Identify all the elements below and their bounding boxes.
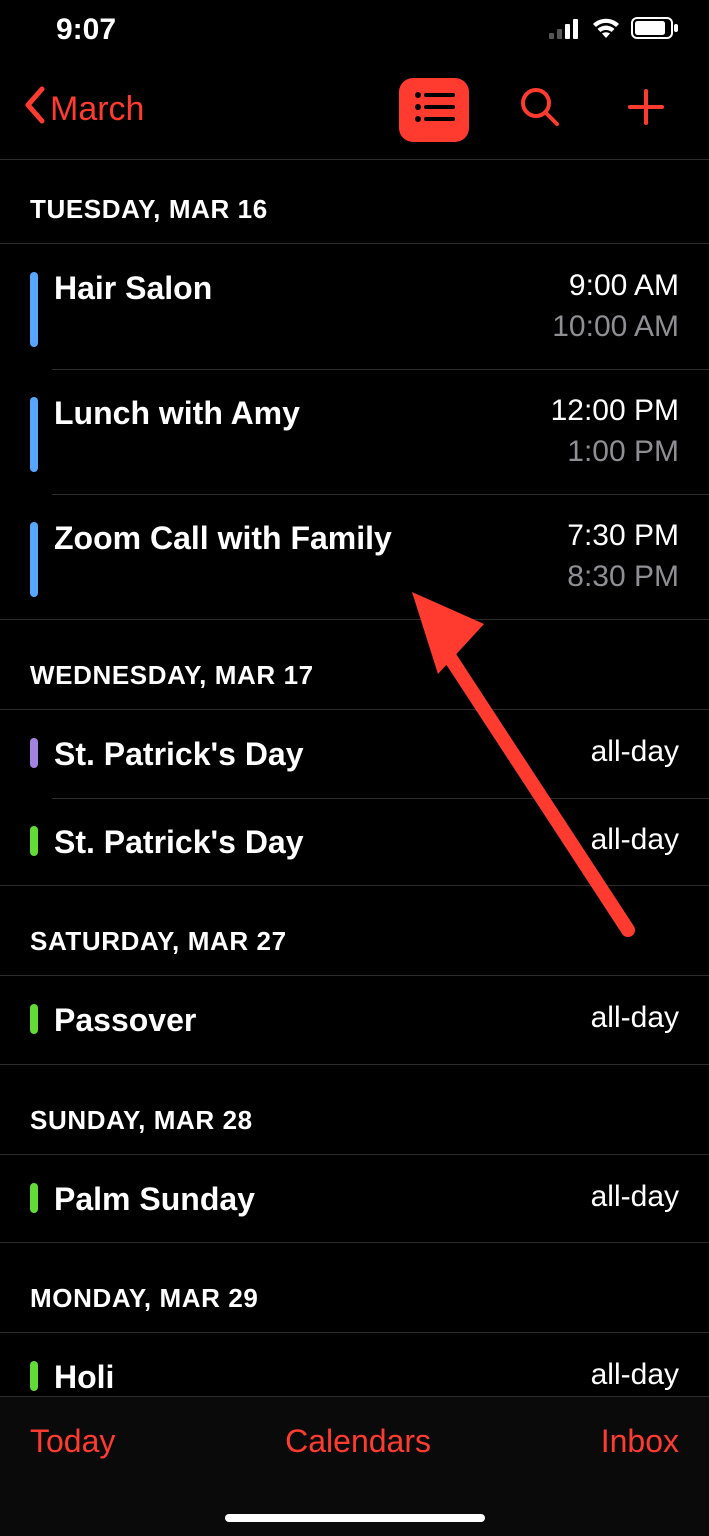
day-group: Hair Salon9:00 AM10:00 AMLunch with Amy1… <box>0 243 709 620</box>
event-time: all-day <box>591 820 679 861</box>
calendar-color-indicator <box>30 738 38 768</box>
calendar-color-indicator <box>30 1361 38 1391</box>
event-row[interactable]: Zoom Call with Family7:30 PM8:30 PM <box>0 494 709 619</box>
event-title: Passover <box>54 998 591 1042</box>
event-title: Lunch with Amy <box>54 391 551 435</box>
chevron-left-icon <box>22 85 48 134</box>
event-row[interactable]: Holiall-day <box>0 1333 709 1396</box>
event-time: 7:30 PM8:30 PM <box>567 516 679 597</box>
calendar-color-indicator <box>30 522 38 597</box>
event-time: all-day <box>591 998 679 1039</box>
event-time: all-day <box>591 1177 679 1218</box>
event-title: St. Patrick's Day <box>54 732 591 776</box>
wifi-icon <box>591 13 621 47</box>
home-indicator[interactable] <box>225 1514 485 1522</box>
nav-bar: March <box>0 60 709 160</box>
back-button[interactable]: March <box>14 79 152 140</box>
event-row[interactable]: St. Patrick's Dayall-day <box>0 710 709 798</box>
calendar-color-indicator <box>30 1183 38 1213</box>
event-row[interactable]: Palm Sundayall-day <box>0 1155 709 1243</box>
event-row[interactable]: St. Patrick's Dayall-day <box>0 798 709 886</box>
event-time: 9:00 AM10:00 AM <box>552 266 679 347</box>
event-row[interactable]: Lunch with Amy12:00 PM1:00 PM <box>0 369 709 494</box>
day-group: Holiall-day <box>0 1332 709 1396</box>
events-list[interactable]: TUESDAY, MAR 16Hair Salon9:00 AM10:00 AM… <box>0 160 709 1396</box>
search-button[interactable] <box>505 75 575 145</box>
day-header: TUESDAY, MAR 16 <box>0 160 709 243</box>
event-title: St. Patrick's Day <box>54 820 591 864</box>
event-time: all-day <box>591 732 679 773</box>
add-button[interactable] <box>611 75 681 145</box>
day-header: MONDAY, MAR 29 <box>0 1243 709 1332</box>
event-time: all-day <box>591 1355 679 1396</box>
event-title: Holi <box>54 1355 591 1396</box>
event-title: Zoom Call with Family <box>54 516 567 560</box>
status-right <box>549 13 679 47</box>
today-button[interactable]: Today <box>30 1423 115 1460</box>
search-icon <box>519 86 561 133</box>
event-title: Hair Salon <box>54 266 552 310</box>
event-row[interactable]: Passoverall-day <box>0 976 709 1064</box>
status-time: 9:07 <box>56 13 116 47</box>
back-label: March <box>50 90 144 129</box>
calendars-button[interactable]: Calendars <box>285 1423 431 1460</box>
battery-icon <box>631 13 679 47</box>
day-header: SUNDAY, MAR 28 <box>0 1065 709 1154</box>
calendar-color-indicator <box>30 1004 38 1034</box>
calendar-color-indicator <box>30 272 38 347</box>
day-header: SATURDAY, MAR 27 <box>0 886 709 975</box>
list-view-button[interactable] <box>399 78 469 142</box>
list-icon <box>413 90 455 129</box>
day-header: WEDNESDAY, MAR 17 <box>0 620 709 709</box>
calendar-color-indicator <box>30 397 38 472</box>
event-row[interactable]: Hair Salon9:00 AM10:00 AM <box>0 244 709 369</box>
calendar-color-indicator <box>30 826 38 856</box>
day-group: St. Patrick's Dayall-daySt. Patrick's Da… <box>0 709 709 886</box>
event-time: 12:00 PM1:00 PM <box>551 391 679 472</box>
inbox-button[interactable]: Inbox <box>601 1423 679 1460</box>
cellular-icon <box>549 13 581 47</box>
plus-icon <box>626 87 666 132</box>
day-group: Passoverall-day <box>0 975 709 1065</box>
bottom-toolbar: Today Calendars Inbox <box>0 1396 709 1536</box>
status-bar: 9:07 <box>0 0 709 60</box>
event-title: Palm Sunday <box>54 1177 591 1221</box>
day-group: Palm Sundayall-day <box>0 1154 709 1244</box>
